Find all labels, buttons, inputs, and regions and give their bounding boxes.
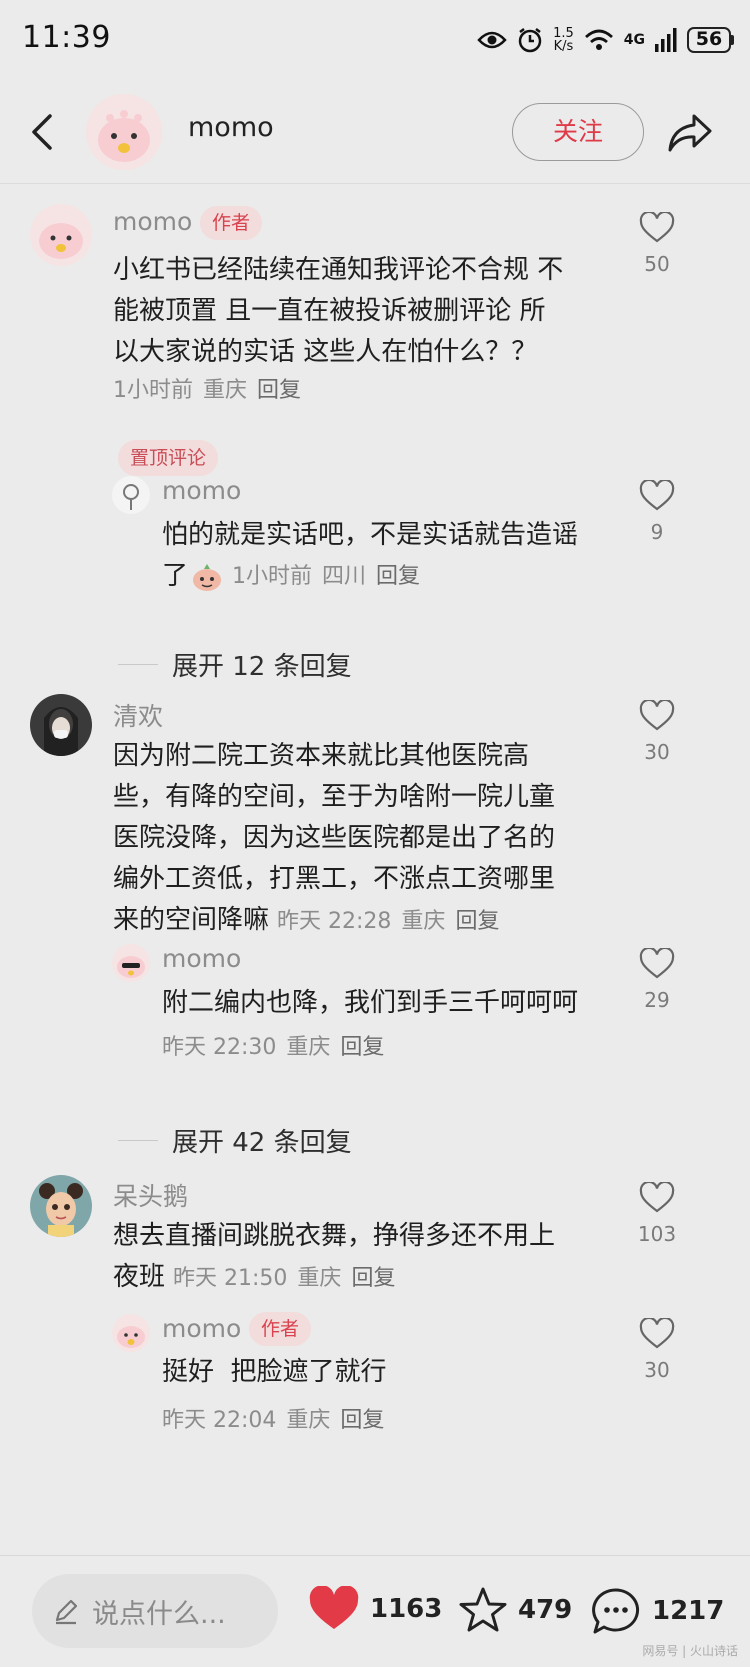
comment-text: 小红书已经陆续在通知我评论不合规 不 能被顶置 且一直在被投诉被删评论 所 以大… — [113, 255, 564, 367]
avatar[interactable] — [30, 204, 92, 266]
comment-time: 1小时前 — [113, 378, 193, 403]
like-button[interactable]: 29 — [627, 946, 687, 1012]
reply-text: 怕的就是实话吧，不是实话就告造谣 了 1小时前 四川 回复 — [162, 515, 612, 597]
like-button[interactable]: 50 — [627, 210, 687, 276]
comment-input[interactable]: 说点什么... — [32, 1574, 278, 1648]
like-count: 103 — [637, 1222, 677, 1246]
expand-replies-button[interactable]: 展开 12 条回复 — [118, 646, 352, 683]
alarm-icon — [518, 28, 542, 53]
like-count: 9 — [650, 520, 664, 544]
like-button[interactable]: 30 — [627, 1316, 687, 1382]
pencil-icon — [55, 1599, 78, 1625]
status-time: 11:39 — [22, 20, 111, 55]
comment-author-name[interactable]: 清欢 — [113, 697, 163, 733]
comment-meta: 昨天 21:50 重庆 回复 — [173, 1266, 396, 1291]
reply-author-name[interactable]: momo — [162, 1314, 241, 1343]
reply-button[interactable]: 回复 — [340, 1408, 384, 1433]
avatar[interactable] — [112, 944, 150, 982]
post-favorite-count: 479 — [518, 1595, 573, 1625]
heart-outline-icon — [639, 1316, 675, 1349]
eye-icon — [477, 31, 507, 49]
like-post-button[interactable]: 1163 — [308, 1586, 442, 1632]
comment-author-name[interactable]: momo — [113, 207, 192, 236]
heart-outline-icon — [639, 698, 675, 731]
status-icons: 1.5 K/s 4G 56 — [477, 22, 734, 58]
comment-input-placeholder: 说点什么... — [92, 1598, 226, 1630]
avatar[interactable] — [112, 1314, 150, 1352]
heart-outline-icon — [639, 478, 675, 511]
heart-outline-icon — [639, 210, 675, 243]
reply-button[interactable]: 回复 — [340, 1035, 384, 1060]
star-icon — [459, 1587, 507, 1632]
post-comment-count: 1217 — [652, 1596, 725, 1626]
favorite-button[interactable]: 479 — [458, 1586, 572, 1634]
heart-outline-icon — [639, 946, 675, 979]
heart-filled-icon — [309, 1586, 359, 1629]
comment-author-name[interactable]: 呆头鹅 — [113, 1177, 188, 1213]
like-count: 30 — [644, 740, 670, 764]
battery-indicator: 56 — [687, 27, 734, 53]
like-count: 29 — [644, 988, 670, 1012]
network-type: 4G — [623, 32, 645, 48]
author-avatar[interactable] — [86, 94, 162, 170]
like-button[interactable]: 9 — [627, 478, 687, 544]
like-count: 50 — [644, 252, 670, 276]
avatar[interactable] — [112, 476, 150, 514]
post-like-count: 1163 — [370, 1594, 443, 1624]
author-name[interactable]: momo — [188, 112, 274, 143]
heart-outline-icon — [639, 1180, 675, 1213]
reply-author-name[interactable]: momo — [162, 476, 241, 505]
like-count: 30 — [644, 1358, 670, 1382]
reply-meta: 1小时前 四川 回复 — [232, 564, 421, 589]
reply-button[interactable]: 回复 — [376, 564, 420, 589]
back-arrow-icon[interactable] — [24, 110, 60, 154]
avatar[interactable] — [30, 694, 92, 756]
bottom-action-bar: 说点什么... 1163 479 1217 网易号 | 火山诗话 — [0, 1555, 750, 1667]
reply-meta: 昨天 22:04 重庆 回复 — [162, 1408, 385, 1433]
like-button[interactable]: 103 — [627, 1180, 687, 1246]
reply-text: 挺好 把脸遮了就行 — [162, 1357, 387, 1387]
status-bar: 11:39 1.5 K/s 4G 56 — [0, 0, 750, 80]
pinned-comment-badge: 置顶评论 — [118, 440, 219, 476]
reply-meta: 昨天 22:30 重庆 回复 — [162, 1035, 385, 1060]
comment-meta: 昨天 22:28 重庆 回复 — [277, 909, 500, 934]
watermark: 网易号 | 火山诗话 — [642, 1644, 738, 1658]
comment-text: 因为附二院工资本来就比其他医院高 些，有降的空间，至于为啥附一院儿童 医院没降，… — [113, 736, 623, 942]
like-button[interactable]: 30 — [627, 698, 687, 764]
net-speed: 1.5 K/s — [553, 26, 574, 54]
avatar[interactable] — [30, 1175, 92, 1237]
share-icon[interactable] — [666, 112, 714, 154]
comment-button[interactable]: 1217 — [590, 1586, 724, 1636]
comment-location: 重庆 — [203, 378, 248, 403]
emoji-sticker-icon — [193, 563, 222, 591]
reply-text: 附二编内也降，我们到手三千呵呵呵 — [162, 988, 579, 1018]
signal-icon — [655, 28, 677, 52]
reply-button[interactable]: 回复 — [257, 378, 301, 403]
reply-author-name[interactable]: momo — [162, 944, 241, 973]
comment-bubble-icon — [592, 1588, 640, 1634]
wifi-icon — [584, 29, 613, 50]
author-badge: 作者 — [249, 1312, 312, 1346]
comment-meta: 1小时前 重庆 回复 — [113, 372, 311, 404]
comment-text: 想去直播间跳脱衣舞，挣得多还不用上 夜班 昨天 21:50 重庆 回复 — [113, 1216, 623, 1299]
expand-replies-button[interactable]: 展开 42 条回复 — [118, 1122, 352, 1159]
reply-button[interactable]: 回复 — [351, 1266, 395, 1291]
follow-button[interactable]: 关注 — [512, 103, 644, 161]
reply-button[interactable]: 回复 — [455, 909, 499, 934]
author-badge: 作者 — [200, 206, 263, 240]
top-nav: momo 关注 — [0, 80, 750, 184]
